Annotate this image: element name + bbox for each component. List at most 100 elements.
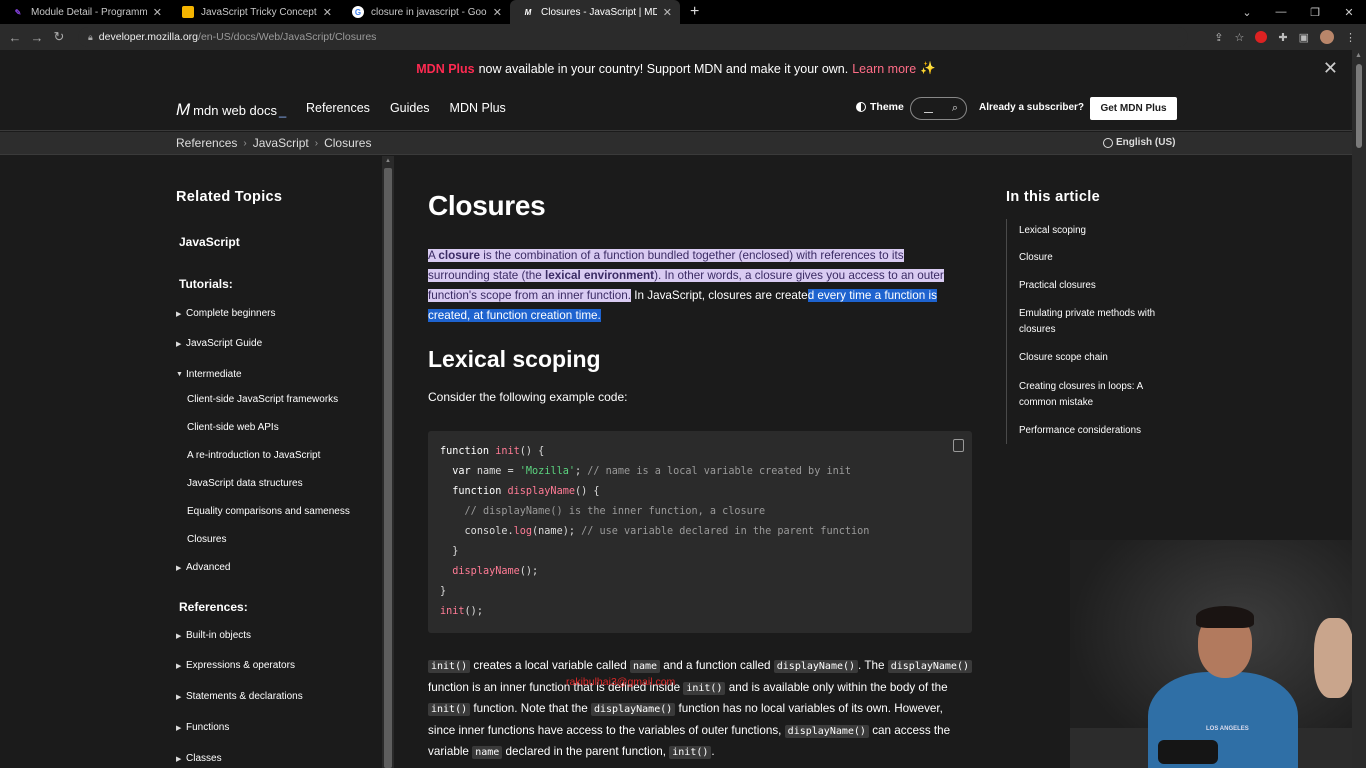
code-line: function displayName() { (452, 486, 600, 497)
sidebar-item-statements[interactable]: ▶ Statements & declarations (176, 691, 303, 702)
window-controls: ⌄ — ❐ ✕ (1230, 0, 1366, 24)
page-scrollbar[interactable]: ▲ (1352, 50, 1366, 768)
close-tab-icon[interactable]: ✕ (153, 6, 162, 19)
tab-title: JavaScript Tricky Concepts - Goo (201, 6, 317, 18)
new-tab-button[interactable]: + (690, 3, 699, 21)
forward-arrow-icon[interactable]: → (26, 30, 48, 45)
tab-title: closure in javascript - Google Se (371, 6, 487, 18)
browser-tab-mdn-closures[interactable]: M Closures - JavaScript | MDN ✕ (510, 0, 680, 24)
toc-item-practical-closures[interactable]: Practical closures (1019, 278, 1169, 294)
reload-icon[interactable]: ↻ (48, 29, 70, 45)
mdn-logo[interactable]: M mdn web docs _ (176, 100, 286, 120)
sidebar-sub-item[interactable]: Client-side web APIs (187, 422, 279, 433)
code-line: var name = 'Mozilla'; // name is a local… (452, 466, 851, 477)
url-host: developer.mozilla.org (98, 31, 199, 43)
expand-triangle-icon: ▶ (176, 662, 182, 670)
sidebar-javascript-link[interactable]: JavaScript (179, 235, 240, 249)
sidebar-item-expressions[interactable]: ▶ Expressions & operators (176, 660, 295, 671)
toc-item-emulating-private-methods[interactable]: Emulating private methods with closures (1019, 306, 1169, 338)
toc-item-closure[interactable]: Closure (1019, 250, 1169, 266)
sidebar-sub-item[interactable]: Equality comparisons and sameness (187, 506, 350, 517)
nav-references[interactable]: References (306, 101, 370, 115)
sidebar-item-classes[interactable]: ▶ Classes (176, 753, 222, 764)
extension-icon[interactable] (1255, 31, 1268, 43)
lock-icon[interactable]: 🔒︎ (88, 32, 93, 43)
text-caret (924, 112, 933, 113)
feather-icon: ✎ (14, 7, 22, 17)
banner-close-icon[interactable]: ✕ (1323, 58, 1338, 79)
sidebar-item-javascript-guide[interactable]: ▶ JavaScript Guide (176, 338, 262, 349)
toc-item-closure-scope-chain[interactable]: Closure scope chain (1019, 350, 1169, 366)
expand-triangle-icon: ▶ (176, 632, 182, 640)
sidebar-item-intermediate[interactable]: ▼ Intermediate (176, 369, 242, 380)
search-input[interactable]: ⌕ (910, 97, 967, 120)
sidebar-item-label: JavaScript Guide (186, 338, 263, 349)
language-switcher[interactable]: English (US) (1103, 137, 1175, 148)
sidebar-item-complete-beginners[interactable]: ▶ Complete beginners (176, 308, 276, 319)
puzzle-extensions-icon[interactable]: ✚ (1278, 31, 1287, 44)
banner-message: now available in your country! Support M… (478, 61, 849, 76)
restore-button[interactable]: ❐ (1298, 6, 1332, 19)
search-icon[interactable]: ⌕ (952, 102, 958, 115)
learn-more-link[interactable]: Learn more (852, 62, 916, 76)
share-icon[interactable]: ⇪ (1214, 31, 1223, 44)
profile-avatar[interactable] (1320, 30, 1334, 44)
browser-tab-module-detail[interactable]: ✎ Module Detail - Programming H ✕ (0, 0, 170, 24)
minimize-button[interactable]: — (1264, 6, 1298, 18)
close-window-button[interactable]: ✕ (1332, 6, 1366, 19)
microphone (1158, 740, 1218, 764)
sidebar-item-built-in-objects[interactable]: ▶ Built-in objects (176, 630, 251, 641)
page-scrollbar-thumb[interactable] (1356, 64, 1362, 148)
presenter-hair (1196, 606, 1254, 628)
sidebar-sub-item[interactable]: A re-introduction to JavaScript (187, 450, 320, 461)
address-bar[interactable]: 🔒︎ developer.mozilla.org /en-US/docs/Web… (78, 27, 1188, 47)
theme-switcher[interactable]: Theme (856, 101, 904, 113)
breadcrumb-javascript[interactable]: JavaScript (253, 136, 309, 150)
back-arrow-icon[interactable]: ← (4, 30, 26, 45)
banner-brand: MDN Plus (416, 61, 475, 76)
get-mdn-plus-button[interactable]: Get MDN Plus (1090, 97, 1177, 120)
theme-label: Theme (870, 101, 904, 113)
expand-triangle-icon: ▶ (176, 724, 182, 732)
bookmark-star-icon[interactable]: ☆ (1235, 31, 1245, 44)
expand-triangle-icon: ▶ (176, 693, 182, 701)
sidebar-item-label: Complete beginners (186, 308, 276, 319)
nav-guides[interactable]: Guides (390, 101, 430, 115)
close-tab-icon[interactable]: ✕ (493, 6, 502, 19)
sidebar-sub-item[interactable]: Client-side JavaScript frameworks (187, 394, 338, 405)
toc-item-performance[interactable]: Performance considerations (1019, 423, 1169, 439)
scroll-up-icon[interactable]: ▲ (1355, 52, 1362, 59)
expand-triangle-icon: ▶ (176, 564, 182, 572)
breadcrumb-closures[interactable]: Closures (324, 136, 371, 150)
side-panel-icon[interactable]: ▣ (1299, 31, 1309, 44)
toc-item-lexical-scoping[interactable]: Lexical scoping (1019, 223, 1169, 239)
sidebar-item-label: Statements & declarations (186, 691, 303, 702)
sidebar-item-advanced[interactable]: ▶ Advanced (176, 562, 230, 573)
sidebar-tutorials-heading: Tutorials: (179, 277, 233, 291)
browser-tab-tricky-concepts[interactable]: JavaScript Tricky Concepts - Goo ✕ (170, 0, 340, 24)
menu-kebab-icon[interactable]: ⋮ (1345, 31, 1356, 44)
nav-mdn-plus[interactable]: MDN Plus (450, 101, 506, 115)
browser-tab-strip: ✎ Module Detail - Programming H ✕ JavaSc… (0, 0, 1366, 24)
copy-code-icon[interactable] (953, 439, 964, 452)
sidebar-sub-item-closures[interactable]: Closures (187, 534, 226, 545)
breadcrumb-references[interactable]: References (176, 136, 237, 150)
mdn-logo-mark: M (176, 100, 190, 119)
explanation-paragraph: init() creates a local variable called n… (428, 656, 973, 764)
scroll-up-icon[interactable]: ▲ (385, 158, 391, 164)
sidebar-item-label: Built-in objects (186, 630, 252, 641)
sidebar-scrollbar[interactable]: ▲ (382, 156, 394, 768)
close-tab-icon[interactable]: ✕ (323, 6, 332, 19)
code-block: function init() { var name = 'Mozilla'; … (428, 431, 972, 633)
mdn-plus-banner: MDN Plus now available in your country! … (0, 50, 1352, 87)
sparkle-icon: ✨ (920, 61, 936, 75)
already-subscriber-link[interactable]: Already a subscriber? (979, 102, 1084, 113)
sidebar-sub-item[interactable]: JavaScript data structures (187, 478, 303, 489)
sidebar-item-functions[interactable]: ▶ Functions (176, 722, 229, 733)
tab-search-icon[interactable]: ⌄ (1230, 6, 1264, 19)
sidebar-scrollbar-thumb[interactable] (384, 168, 392, 768)
browser-tab-google-search[interactable]: G closure in javascript - Google Se ✕ (340, 0, 510, 24)
close-tab-icon[interactable]: ✕ (663, 6, 672, 19)
code-line: // displayName() is the inner function, … (464, 506, 766, 517)
toc-item-closures-in-loops[interactable]: Creating closures in loops: A common mis… (1019, 379, 1169, 411)
